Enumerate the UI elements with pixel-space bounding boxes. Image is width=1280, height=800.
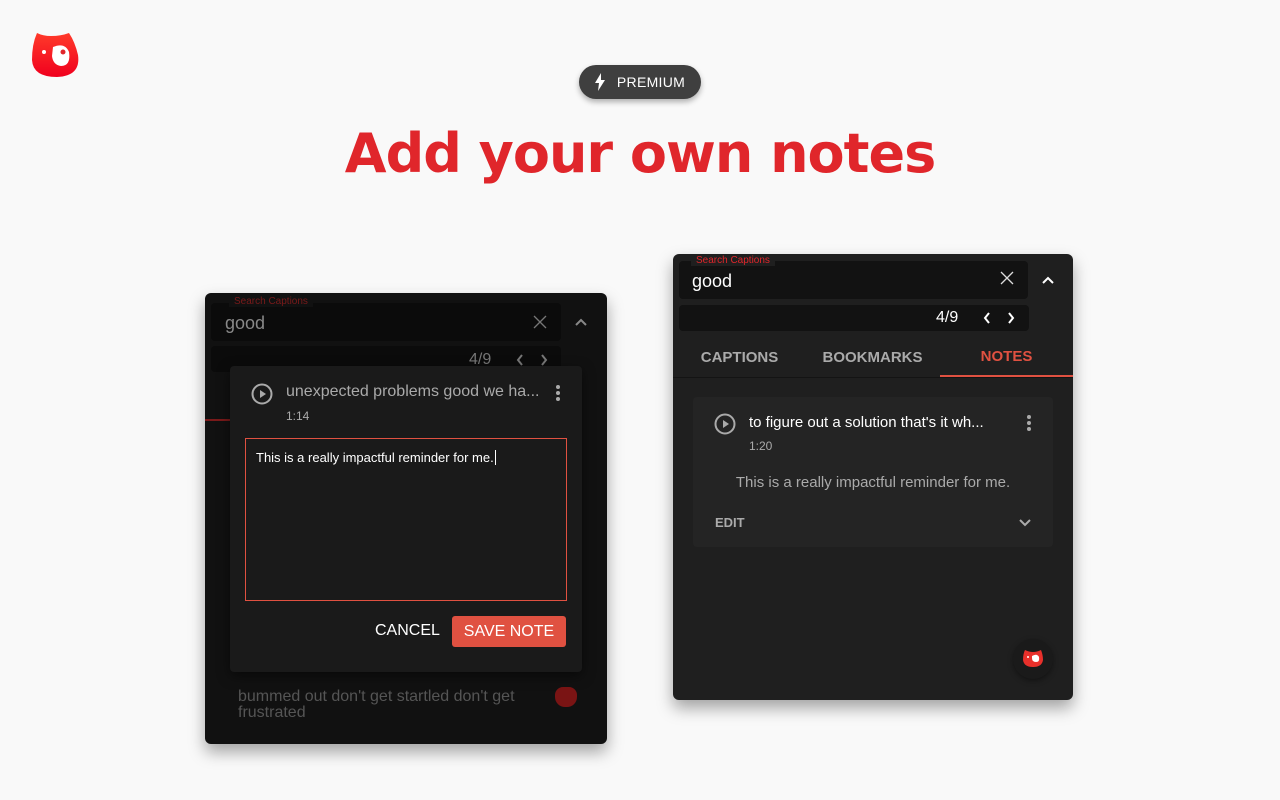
caption-text: unexpected problems good we ha... bbox=[286, 383, 540, 400]
next-match-icon[interactable] bbox=[1006, 311, 1016, 325]
match-navigator: 4/9 bbox=[679, 305, 1029, 331]
search-captions-field[interactable]: Search Captions good bbox=[679, 255, 1028, 299]
page-title: Add your own notes bbox=[344, 122, 936, 185]
background-caption: bummed out don't get startled don't get … bbox=[238, 688, 515, 721]
clear-search-icon[interactable] bbox=[1000, 271, 1014, 285]
save-note-button[interactable]: SAVE NOTE bbox=[452, 616, 566, 647]
timestamp: 1:20 bbox=[749, 439, 773, 453]
active-tab-indicator bbox=[940, 375, 1073, 377]
app-logo bbox=[31, 30, 81, 78]
collapse-chevron-up-icon[interactable] bbox=[574, 317, 588, 327]
premium-label: PREMIUM bbox=[616, 74, 686, 90]
match-count: 4/9 bbox=[936, 309, 959, 326]
tab-notes[interactable]: NOTES bbox=[940, 348, 1073, 365]
logo-icon bbox=[1023, 649, 1043, 667]
cancel-button[interactable]: CANCEL bbox=[375, 622, 440, 640]
search-label: Search Captions bbox=[691, 255, 775, 266]
timestamp: 1:14 bbox=[286, 409, 310, 423]
tab-bookmarks[interactable]: BOOKMARKS bbox=[806, 349, 939, 366]
fab-logo-icon[interactable] bbox=[555, 687, 577, 707]
tab-captions[interactable]: CAPTIONS bbox=[673, 349, 806, 366]
add-note-dialog: unexpected problems good we ha... 1:14 T… bbox=[230, 366, 582, 672]
more-options-icon[interactable] bbox=[555, 384, 561, 402]
more-options-icon[interactable] bbox=[1026, 414, 1032, 432]
clear-search-icon[interactable] bbox=[533, 315, 547, 329]
caption-text: to figure out a solution that's it wh... bbox=[749, 414, 984, 431]
search-captions-field[interactable]: Search Captions good bbox=[211, 296, 561, 341]
previous-match-icon[interactable] bbox=[982, 311, 992, 325]
play-icon[interactable] bbox=[251, 383, 273, 405]
extension-panel-editing: Search Captions good 4/9 bummed out don'… bbox=[205, 293, 607, 744]
search-input[interactable]: good bbox=[692, 271, 732, 292]
search-input[interactable]: good bbox=[225, 313, 265, 334]
lightning-icon bbox=[594, 73, 605, 91]
play-icon[interactable] bbox=[714, 413, 736, 435]
premium-badge[interactable]: PREMIUM bbox=[579, 65, 701, 99]
text-cursor: ​ bbox=[494, 450, 496, 465]
fab-button[interactable] bbox=[1013, 639, 1053, 679]
previous-match-icon[interactable] bbox=[515, 353, 525, 367]
note-body: This is a really impactful reminder for … bbox=[735, 474, 1011, 491]
next-match-icon[interactable] bbox=[539, 353, 549, 367]
note-value: This is a really impactful reminder for … bbox=[256, 450, 494, 465]
tab-bar: CAPTIONS BOOKMARKS NOTES bbox=[673, 338, 1073, 378]
collapse-chevron-up-icon[interactable] bbox=[1041, 275, 1055, 285]
search-label: Search Captions bbox=[229, 296, 313, 307]
note-card: to figure out a solution that's it wh...… bbox=[693, 397, 1053, 547]
edit-button[interactable]: EDIT bbox=[715, 515, 745, 530]
extension-panel-notes: Search Captions good 4/9 CAPTIONS BOOKMA… bbox=[673, 254, 1073, 700]
expand-chevron-down-icon[interactable] bbox=[1018, 518, 1032, 528]
note-textarea[interactable]: This is a really impactful reminder for … bbox=[245, 438, 567, 601]
